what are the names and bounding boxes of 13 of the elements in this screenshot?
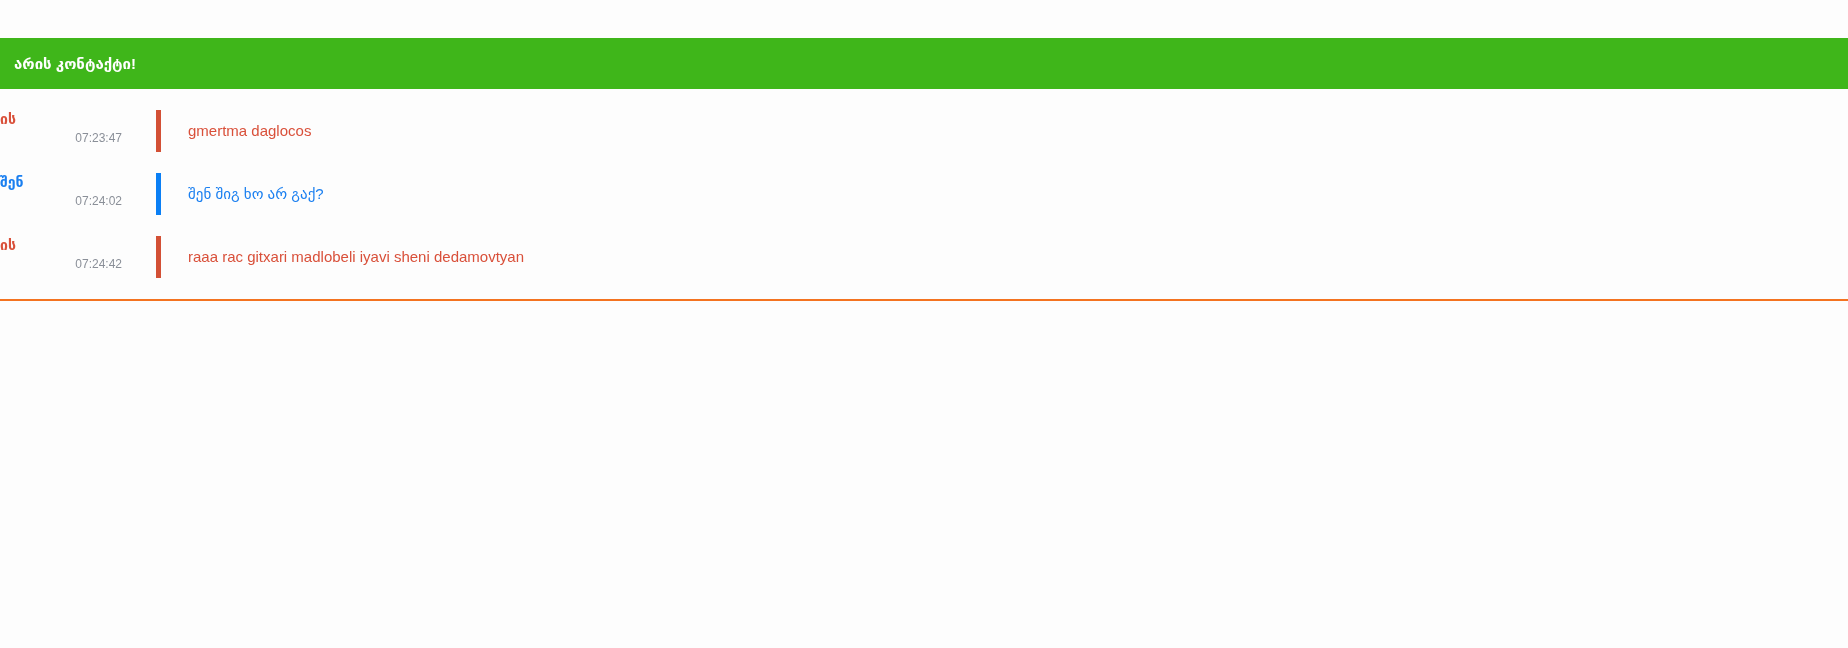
message-accent-bar (156, 236, 161, 278)
sender-name: ის (0, 236, 16, 254)
message-accent-bar (156, 110, 161, 152)
header-title: არის კონტაქტი! (14, 54, 137, 73)
message-text: gmertma daglocos (188, 122, 312, 140)
message-accent-bar (156, 173, 161, 215)
message-text: შენ შიგ ხო არ გაქ? (188, 185, 324, 203)
message-time: 07:23:47 (75, 130, 122, 146)
sender-name: შენ (0, 173, 24, 191)
message-text: raaa rac gitxari madlobeli iyavi sheni dedamovtyan (188, 248, 524, 266)
message-time: 07:24:42 (75, 256, 122, 272)
sender-name: ის (0, 110, 16, 128)
message-time: 07:24:02 (75, 193, 122, 209)
